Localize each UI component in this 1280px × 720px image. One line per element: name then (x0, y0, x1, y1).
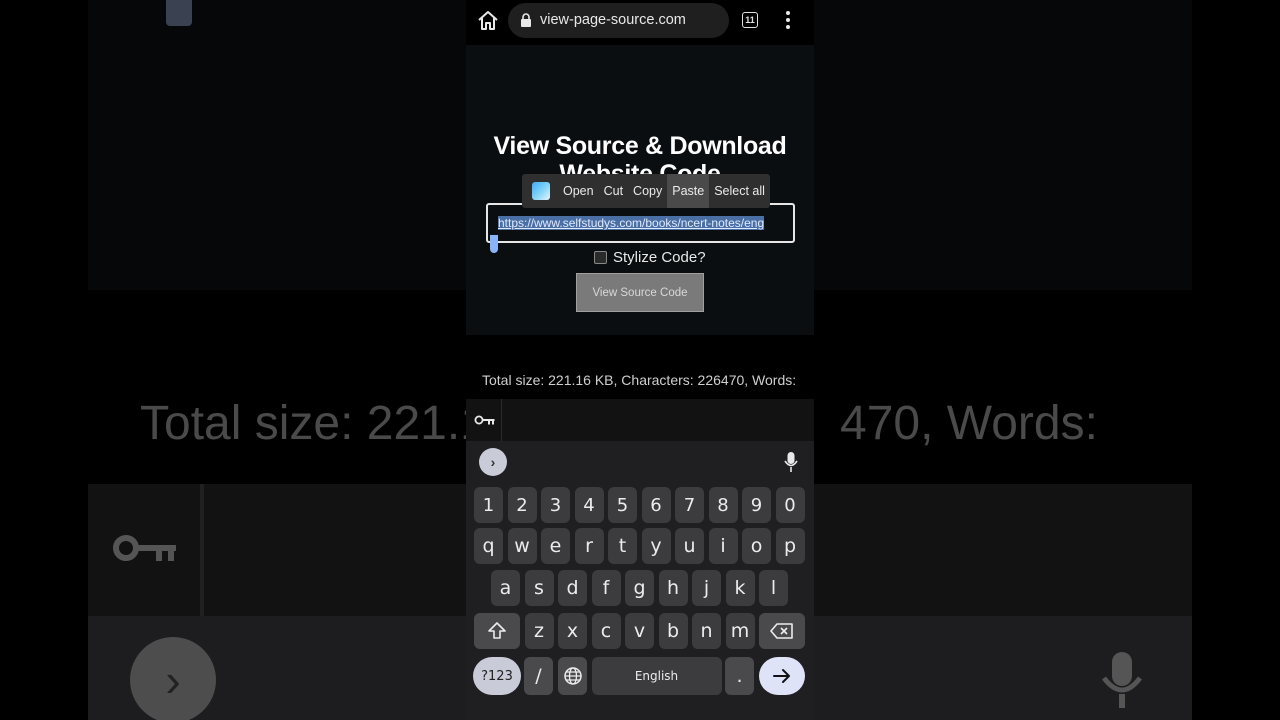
bg-stats-right: 470, Words: (840, 397, 1098, 450)
selection-handle[interactable] (490, 235, 498, 253)
password-key-icon[interactable] (474, 412, 496, 428)
bg-mic-icon (1102, 652, 1142, 708)
lock-icon (521, 13, 531, 27)
keyboard: › 1 2 3 4 5 6 7 8 9 0 q w e r t y u i o … (466, 441, 814, 720)
view-source-button[interactable]: View Source Code (576, 273, 704, 312)
key-u[interactable]: u (675, 528, 704, 564)
menu-cut[interactable]: Cut (599, 174, 628, 208)
key-r[interactable]: r (574, 528, 604, 564)
language-key[interactable] (558, 657, 587, 695)
phone-screen: view-page-source.com 11 View Source & Do… (466, 0, 814, 720)
backspace-icon (770, 623, 793, 639)
key-w[interactable]: w (507, 528, 537, 564)
menu-paste[interactable]: Paste (667, 174, 710, 208)
stylize-option[interactable]: Stylize Code? (594, 249, 706, 266)
slash-key[interactable]: / (524, 657, 553, 695)
home-icon[interactable] (476, 9, 500, 33)
key-z[interactable]: z (524, 613, 554, 649)
key-k[interactable]: k (725, 570, 755, 606)
toolbar-divider (501, 399, 502, 441)
period-key[interactable]: . (725, 657, 754, 695)
key-0[interactable]: 0 (775, 487, 805, 523)
address-bar[interactable]: view-page-source.com (508, 3, 729, 38)
key-4[interactable]: 4 (574, 487, 604, 523)
menu-copy[interactable]: Copy (628, 174, 667, 208)
key-c[interactable]: c (591, 613, 621, 649)
menu-select-all[interactable]: Select all (709, 174, 770, 208)
key-d[interactable]: d (558, 570, 587, 606)
key-s[interactable]: s (524, 570, 554, 606)
key-a[interactable]: a (491, 570, 520, 606)
key-7[interactable]: 7 (675, 487, 704, 523)
key-h[interactable]: h (658, 570, 688, 606)
key-x[interactable]: x (558, 613, 587, 649)
enter-key[interactable] (759, 657, 805, 695)
key-q[interactable]: q (474, 528, 503, 564)
browser-toolbar: view-page-source.com 11 (466, 0, 814, 44)
key-5[interactable]: 5 (608, 487, 637, 523)
key-9[interactable]: 9 (742, 487, 771, 523)
symbols-key[interactable]: ?123 (473, 657, 521, 695)
key-j[interactable]: j (692, 570, 721, 606)
key-v[interactable]: v (625, 613, 654, 649)
bg-stats-left: Total size: 221.16 (140, 397, 514, 450)
shift-key[interactable] (474, 613, 520, 649)
stats-text: Total size: 221.16 KB, Characters: 22647… (482, 372, 797, 388)
expand-toolbar-icon[interactable]: › (479, 448, 507, 476)
key-1[interactable]: 1 (474, 487, 503, 523)
page-title: View Source & Download (493, 132, 787, 160)
key-n[interactable]: n (692, 613, 721, 649)
overflow-menu-icon[interactable] (784, 10, 792, 30)
space-key[interactable]: English (591, 657, 722, 695)
key-3[interactable]: 3 (541, 487, 570, 523)
key-2[interactable]: 2 (507, 487, 537, 523)
bg-divider (200, 484, 204, 616)
bg-expand-icon: › (130, 637, 216, 720)
globe-icon (563, 667, 582, 685)
key-o[interactable]: o (742, 528, 771, 564)
key-8[interactable]: 8 (708, 487, 738, 523)
key-p[interactable]: p (775, 528, 805, 564)
arrow-right-icon (773, 669, 790, 683)
key-i[interactable]: i (708, 528, 738, 564)
tab-switcher-button[interactable]: 11 (742, 12, 758, 28)
url-input-text: https://www.selfstudys.com/books/ncert-n… (498, 216, 765, 230)
key-b[interactable]: b (658, 613, 688, 649)
backspace-key[interactable] (759, 613, 805, 649)
bg-key-icon (113, 535, 176, 561)
url-input[interactable]: https://www.selfstudys.com/books/ncert-n… (486, 203, 795, 243)
key-g[interactable]: g (625, 570, 654, 606)
address-text: view-page-source.com (540, 12, 686, 28)
keyboard-suggestion-bar (466, 399, 814, 441)
mic-icon[interactable] (784, 451, 798, 473)
key-l[interactable]: l (759, 570, 788, 606)
key-e[interactable]: e (541, 528, 570, 564)
stylize-label: Stylize Code? (613, 249, 706, 266)
key-y[interactable]: y (641, 528, 671, 564)
key-t[interactable]: t (608, 528, 637, 564)
shift-icon (488, 622, 506, 639)
text-selection-menu: Open Cut Copy Paste Select all (522, 174, 770, 208)
menu-open[interactable]: Open (558, 174, 599, 208)
web-page: View Source & Download Website Code http… (466, 45, 814, 335)
bg-tab-shape (166, 0, 192, 26)
app-shortcut-icon[interactable] (532, 182, 550, 200)
key-m[interactable]: m (725, 613, 755, 649)
stylize-checkbox[interactable] (594, 251, 607, 264)
key-f[interactable]: f (591, 570, 621, 606)
key-6[interactable]: 6 (641, 487, 671, 523)
